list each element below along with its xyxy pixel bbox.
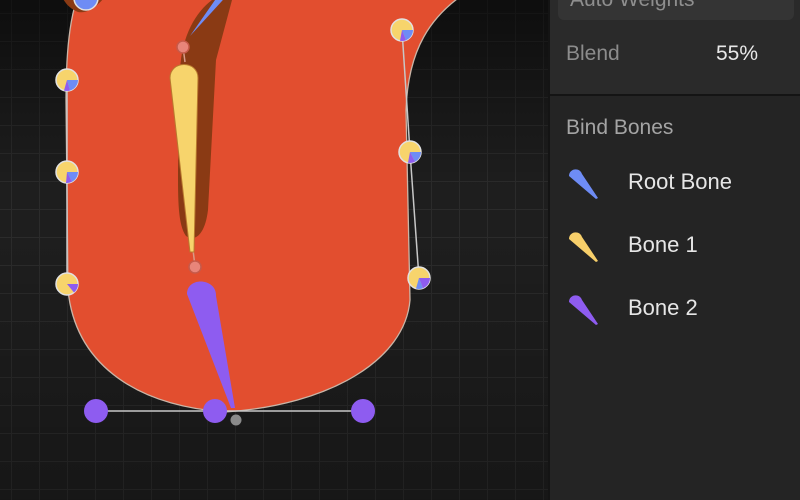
anchor-handle[interactable] bbox=[203, 399, 227, 423]
bone-list-item-bone-1[interactable]: Bone 1 bbox=[550, 223, 800, 267]
bone-joint[interactable] bbox=[176, 40, 190, 54]
mesh-svg[interactable] bbox=[0, 0, 548, 500]
vertex-handle[interactable] bbox=[407, 266, 431, 290]
bone-icon bbox=[569, 232, 598, 262]
blend-row[interactable]: Blend 55% bbox=[550, 38, 800, 74]
vertex-handle[interactable] bbox=[55, 68, 79, 92]
vertex-handle[interactable] bbox=[55, 160, 79, 184]
bone-label: Bone 2 bbox=[628, 295, 698, 320]
bone-list-item-bone-2[interactable]: Bone 2 bbox=[550, 286, 800, 330]
bone-label: Bone 1 bbox=[628, 232, 698, 257]
mesh-shape[interactable] bbox=[65, 0, 470, 413]
tangent-handle-right[interactable] bbox=[351, 399, 375, 423]
bone-icon bbox=[569, 169, 598, 199]
bind-bones-title: Bind Bones bbox=[566, 116, 674, 139]
bone-list-item-root[interactable]: Root Bone bbox=[550, 160, 800, 204]
weights-section: Auto Weights Blend 55% bbox=[550, 0, 800, 96]
pivot-point[interactable] bbox=[230, 414, 242, 426]
bone-label: Root Bone bbox=[628, 169, 732, 194]
vertex-handle[interactable] bbox=[390, 18, 414, 42]
blend-label: Blend bbox=[566, 42, 620, 65]
tangent-handle-left[interactable] bbox=[84, 399, 108, 423]
stage-canvas[interactable] bbox=[0, 0, 548, 500]
inspector-panel: Auto Weights Blend 55% Bind Bones Root B… bbox=[548, 0, 800, 500]
bone-icon bbox=[569, 295, 598, 325]
vertex-handle[interactable] bbox=[55, 272, 79, 296]
vertex-handle[interactable] bbox=[398, 140, 422, 164]
blend-value[interactable]: 55% bbox=[716, 42, 758, 66]
bone-joint[interactable] bbox=[188, 260, 202, 274]
auto-weights-button[interactable]: Auto Weights bbox=[558, 0, 794, 20]
